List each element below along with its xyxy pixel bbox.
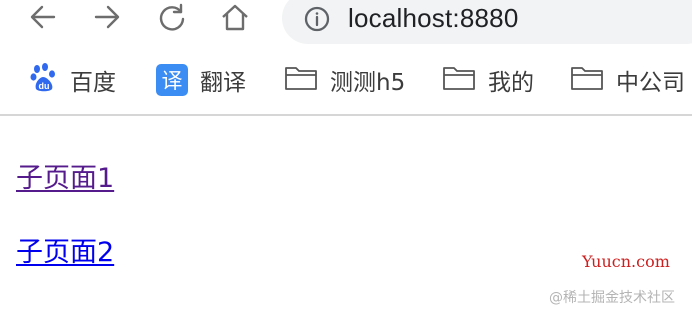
bookmark-translate[interactable]: 译 翻译 bbox=[156, 62, 246, 98]
reload-icon[interactable] bbox=[153, 0, 191, 34]
browser-toolbar: localhost:8880 bbox=[0, 0, 692, 44]
arrow-right-icon[interactable] bbox=[88, 0, 126, 34]
url-text[interactable]: localhost:8880 bbox=[348, 0, 518, 36]
juejin-watermark: @稀土掘金技术社区 bbox=[549, 290, 675, 306]
bookmark-label: 百度 bbox=[70, 70, 116, 96]
home-icon[interactable] bbox=[216, 0, 254, 34]
page-content: 子页面1 子页面2 Yuucn.com @稀土掘金技术社区 bbox=[0, 118, 692, 316]
bookmark-folder-h5[interactable]: 测测h5 bbox=[284, 62, 405, 98]
info-icon[interactable] bbox=[304, 6, 330, 32]
subpage-1-link[interactable]: 子页面1 bbox=[16, 156, 114, 195]
svg-text:du: du bbox=[39, 81, 50, 91]
address-bar[interactable]: localhost:8880 bbox=[282, 0, 692, 44]
arrow-left-icon[interactable] bbox=[24, 0, 62, 34]
bookmark-folder-mine[interactable]: 我的 bbox=[442, 62, 534, 98]
bookmark-label: 测测h5 bbox=[330, 70, 406, 96]
bookmark-label: 翻译 bbox=[200, 70, 246, 96]
folder-icon bbox=[570, 64, 604, 97]
bookmarks-bar: du 百度 译 翻译 测测h5 我的 中公司 bbox=[0, 44, 692, 116]
yuucn-watermark: Yuucn.com bbox=[582, 252, 670, 271]
subpage-2-link[interactable]: 子页面2 bbox=[16, 230, 114, 269]
translate-badge-glyph: 译 bbox=[161, 69, 183, 93]
folder-icon bbox=[442, 64, 476, 97]
bookmark-baidu[interactable]: du 百度 bbox=[30, 62, 116, 98]
folder-icon bbox=[284, 64, 318, 97]
baidu-paw-icon: du bbox=[30, 62, 58, 98]
bookmark-label: 中公司 bbox=[616, 70, 685, 96]
bookmark-label: 我的 bbox=[488, 70, 534, 96]
bookmark-folder-company[interactable]: 中公司 bbox=[570, 62, 685, 98]
translate-icon: 译 bbox=[156, 64, 188, 96]
